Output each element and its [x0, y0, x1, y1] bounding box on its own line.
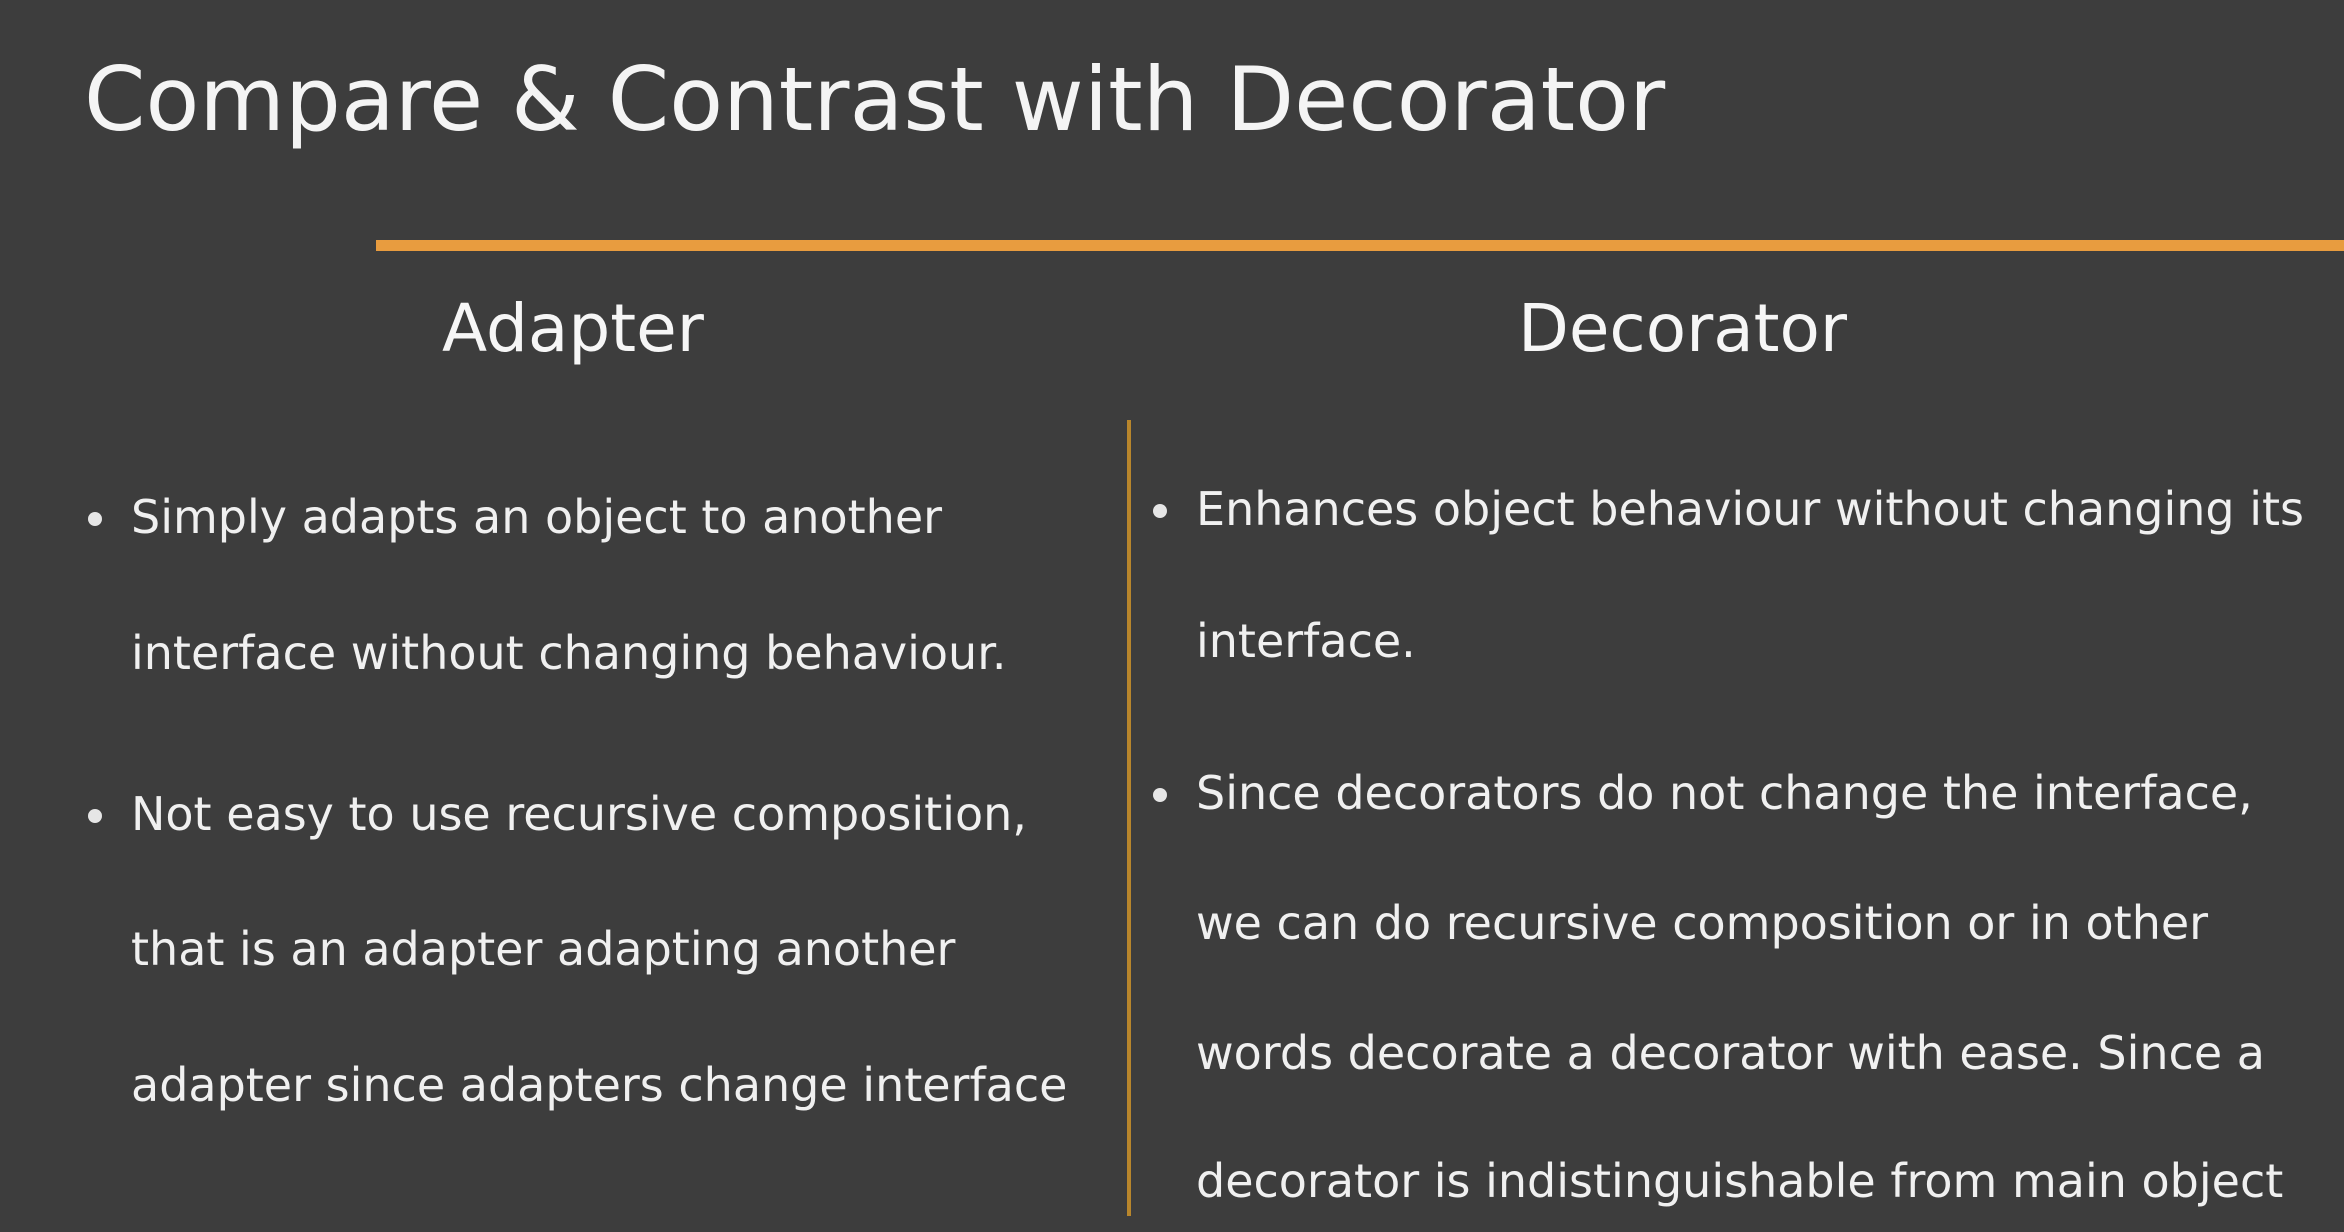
bullet-text-line: Enhances object behaviour without changi… — [1196, 482, 2305, 536]
adapter-heading: Adapter — [442, 290, 704, 367]
bullet-text-line: Since decorators do not change the inter… — [1196, 766, 2253, 820]
bullet-dot — [88, 512, 102, 526]
bullet-text-line: that is an adapter adapting another — [131, 922, 956, 976]
bullet-text-line: interface. — [1196, 614, 1416, 668]
bullet-text-line: interface without changing behaviour. — [131, 626, 1007, 680]
bullet-text-line: we can do recursive composition or in ot… — [1196, 896, 2209, 950]
bullet-dot — [1153, 504, 1167, 518]
bullet-text-line: decorator is indistinguishable from main… — [1196, 1154, 2284, 1208]
column-divider — [1127, 420, 1131, 1216]
bullet-text-line: adapter since adapters change interface — [131, 1058, 1068, 1112]
bullet-dot — [88, 809, 102, 823]
decorator-heading: Decorator — [1518, 290, 1848, 367]
slide-title: Compare & Contrast with Decorator — [84, 48, 1666, 151]
bullet-text-line: Not easy to use recursive composition, — [131, 787, 1027, 841]
bullet-dot — [1153, 788, 1167, 802]
bullet-text-line: words decorate a decorator with ease. Si… — [1196, 1026, 2265, 1080]
bullet-text-line: Simply adapts an object to another — [131, 490, 943, 544]
title-accent-line — [376, 240, 2344, 251]
